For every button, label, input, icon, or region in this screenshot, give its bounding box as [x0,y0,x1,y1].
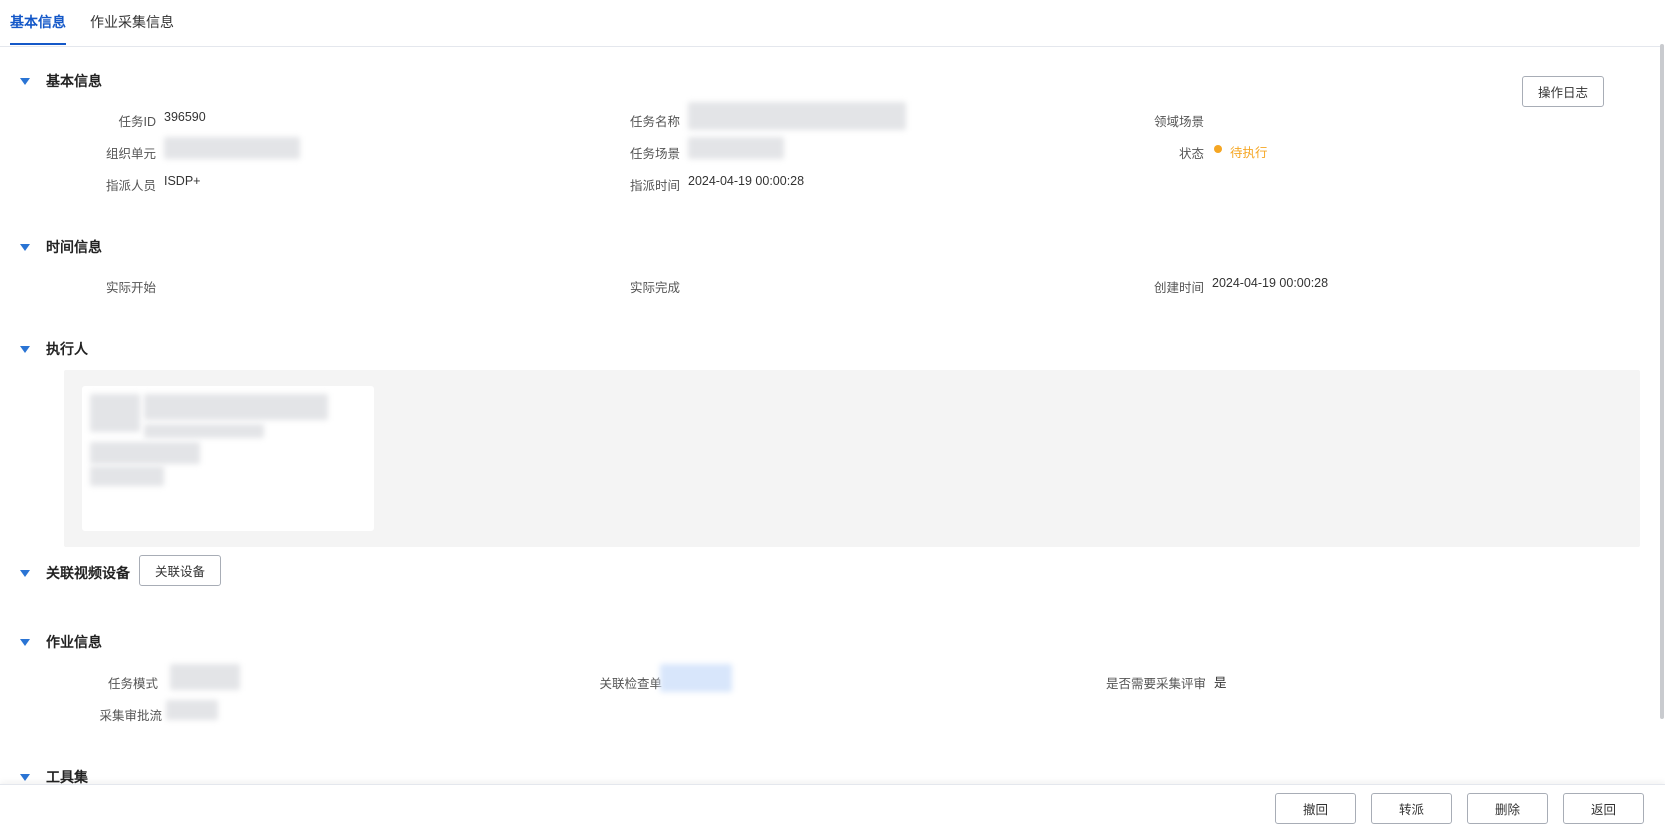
task-name-value-redacted [688,102,906,130]
back-button[interactable]: 返回 [1563,793,1644,824]
actual-finish-label: 实际完成 [629,281,680,295]
executor-extra-redacted [90,466,164,486]
task-name-label: 任务名称 [629,115,680,129]
caret-down-icon [20,77,30,85]
assigner-value: ISDP+ [164,174,201,188]
approval-flow-value-redacted [166,700,218,720]
vertical-scrollbar[interactable] [1660,44,1664,719]
section-work-info[interactable]: 作业信息 [20,632,102,652]
caret-down-icon [20,345,30,353]
task-id-value: 396590 [164,110,206,124]
section-time-info[interactable]: 时间信息 [20,237,102,257]
executor-dept-redacted [144,424,264,438]
status-value: 待执行 [1230,146,1268,160]
operation-log-button[interactable]: 操作日志 [1522,76,1604,107]
section-video-devices[interactable]: 关联视频设备 [20,563,130,583]
tab-basic-info[interactable]: 基本信息 [10,12,66,32]
section-basic-info-title: 基本信息 [46,73,102,89]
tab-work-collection-info[interactable]: 作业采集信息 [90,12,174,32]
checklist-value-redacted[interactable] [660,664,732,692]
created-time-value: 2024-04-19 00:00:28 [1212,276,1329,290]
org-unit-value-redacted [164,137,300,159]
active-tab-indicator [10,43,66,45]
created-time-label: 创建时间 [1153,281,1204,295]
org-unit-label: 组织单元 [105,147,156,161]
revoke-button[interactable]: 撤回 [1275,793,1356,824]
task-id-label: 任务ID [118,115,156,129]
section-basic-info[interactable]: 基本信息 [20,71,102,91]
link-device-button[interactable]: 关联设备 [139,555,221,586]
status-label: 状态 [1178,147,1204,161]
executor-name-redacted [144,394,328,420]
assigner-label: 指派人员 [105,179,156,193]
section-executor[interactable]: 执行人 [20,339,88,359]
review-required-label: 是否需要采集评审 [1105,677,1206,691]
actual-start-label: 实际开始 [105,281,156,295]
domain-scene-label: 领域场景 [1153,115,1204,129]
caret-down-icon [20,569,30,577]
task-scene-label: 任务场景 [629,147,680,161]
section-work-info-title: 作业信息 [46,634,102,650]
status-dot-icon [1214,145,1222,153]
approval-flow-label: 采集审批流 [99,709,162,723]
checklist-label: 关联检查单 [599,677,662,691]
section-executor-title: 执行人 [46,341,88,357]
executor-card[interactable] [82,386,374,531]
assign-time-value: 2024-04-19 00:00:28 [688,174,805,188]
assign-time-label: 指派时间 [629,179,680,193]
executor-detail-redacted [90,442,200,464]
review-required-value: 是 [1214,676,1227,690]
caret-down-icon [20,773,30,781]
tab-bar: 基本信息 作业采集信息 [0,0,1660,47]
footer-action-bar: 撤回 转派 删除 返回 [0,784,1665,830]
delete-button[interactable]: 删除 [1467,793,1548,824]
transfer-button[interactable]: 转派 [1371,793,1452,824]
caret-down-icon [20,243,30,251]
section-video-devices-title: 关联视频设备 [46,565,130,581]
task-mode-value-redacted [170,664,240,690]
task-scene-value-redacted [688,137,784,159]
caret-down-icon [20,638,30,646]
section-time-info-title: 时间信息 [46,239,102,255]
task-mode-label: 任务模式 [107,677,158,691]
executor-avatar-redacted [90,394,140,432]
